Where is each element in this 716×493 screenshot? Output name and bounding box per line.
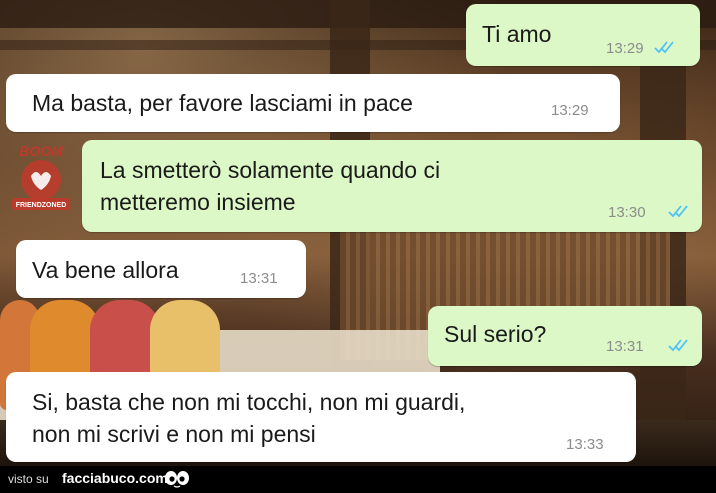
double-check-read-icon [668,205,688,218]
message-text: Va bene allora [32,257,179,283]
message-text: Ma basta, per favore lasciami in pace [32,90,413,116]
site-name-link[interactable]: facciabuco.com [62,470,168,486]
logo-bottom-text: FRIENDZONED [16,202,67,209]
message-text: La smetterò solamente quando ci metterem… [100,157,441,215]
message-bubble-incoming[interactable]: Va bene allora 13:31 [16,240,306,298]
message-bubble-outgoing[interactable]: Sul serio? 13:31 [428,306,702,366]
message-text: Sul serio? [444,321,547,347]
message-bubble-incoming[interactable]: Ma basta, per favore lasciami in pace 13… [6,74,620,132]
message-bubble-incoming[interactable]: Si, basta che non mi tocchi, non mi guar… [6,372,636,462]
logo-top-text: BOOM [19,143,63,159]
message-text: Ti amo [482,21,552,47]
double-check-read-icon [668,339,688,352]
message-time: 13:30 [608,204,646,221]
message-time: 13:29 [606,40,644,57]
source-footer: visto su facciabuco.com [0,466,716,493]
double-check-read-icon [654,41,674,54]
boom-friendzoned-logo: BOOM FRIENDZONED [6,140,76,216]
message-text: Si, basta che non mi tocchi, non mi guar… [32,389,466,447]
message-time: 13:33 [566,436,604,453]
message-time: 13:31 [606,338,644,355]
message-bubble-outgoing[interactable]: Ti amo 13:29 [466,4,700,66]
message-time: 13:31 [240,270,278,287]
eyes-icon [165,471,189,488]
visto-label: visto su [8,472,49,486]
message-time: 13:29 [551,102,589,119]
message-bubble-outgoing[interactable]: La smetterò solamente quando ci metterem… [82,140,702,232]
